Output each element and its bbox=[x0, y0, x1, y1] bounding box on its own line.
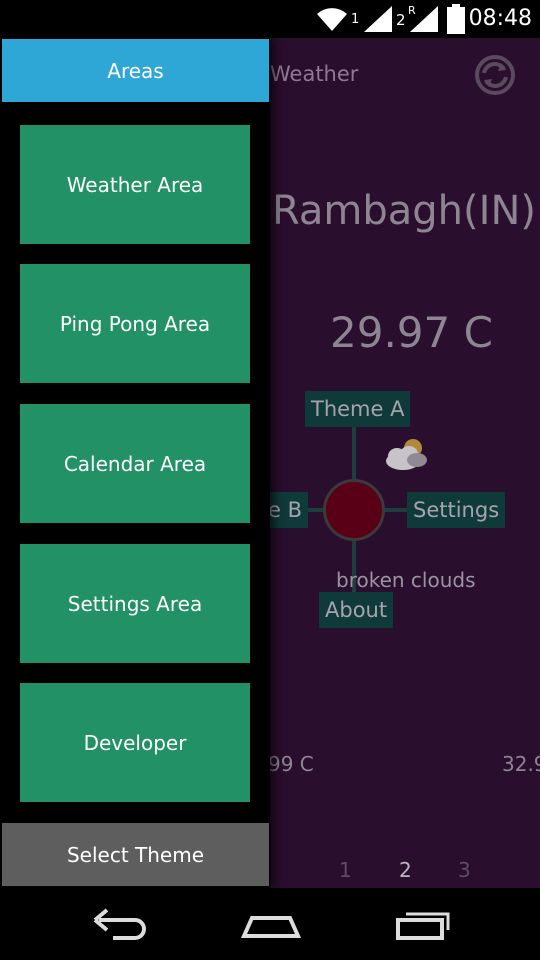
back-icon[interactable] bbox=[85, 902, 155, 946]
screen: 1 2 R 08:48 Weather Rambagh(IN) 29.97 C bbox=[0, 0, 540, 960]
navigation-drawer: Areas Weather Area Ping Pong Area Calend… bbox=[0, 38, 270, 888]
menu-settings[interactable]: Settings bbox=[407, 492, 506, 528]
signal-icon bbox=[364, 6, 392, 32]
page-indicator-1[interactable]: 1 bbox=[339, 858, 352, 882]
menu-theme-a[interactable]: Theme A bbox=[305, 391, 411, 427]
sim2-label: 2 bbox=[396, 11, 406, 29]
forecast-temp-left: 99 C bbox=[268, 752, 314, 776]
weather-description: broken clouds bbox=[336, 568, 476, 592]
weather-area-button[interactable]: Weather Area bbox=[20, 125, 250, 244]
status-bar: 1 2 R 08:48 bbox=[0, 0, 540, 38]
page-indicator-3[interactable]: 3 bbox=[458, 858, 471, 882]
ping-pong-area-button[interactable]: Ping Pong Area bbox=[20, 264, 250, 383]
clock: 08:48 bbox=[468, 6, 532, 31]
forecast-temp-right: 32.9 bbox=[502, 752, 540, 776]
menu-about[interactable]: About bbox=[319, 592, 394, 628]
menu-center-button[interactable] bbox=[323, 479, 385, 541]
developer-button[interactable]: Developer bbox=[20, 683, 250, 802]
battery-icon bbox=[447, 4, 465, 34]
select-theme-button[interactable]: Select Theme bbox=[2, 823, 269, 886]
navigation-bar bbox=[0, 888, 540, 960]
sim1-label: 1 bbox=[351, 12, 360, 27]
calendar-area-button[interactable]: Calendar Area bbox=[20, 404, 250, 523]
page-indicator-2[interactable]: 2 bbox=[399, 858, 412, 882]
settings-area-button[interactable]: Settings Area bbox=[20, 544, 250, 663]
broken-clouds-icon bbox=[386, 439, 427, 470]
drawer-header[interactable]: Areas bbox=[2, 39, 269, 102]
home-icon[interactable] bbox=[236, 902, 306, 946]
signal-icon bbox=[410, 6, 438, 32]
wifi-icon bbox=[317, 8, 347, 32]
recent-apps-icon[interactable] bbox=[388, 902, 458, 946]
